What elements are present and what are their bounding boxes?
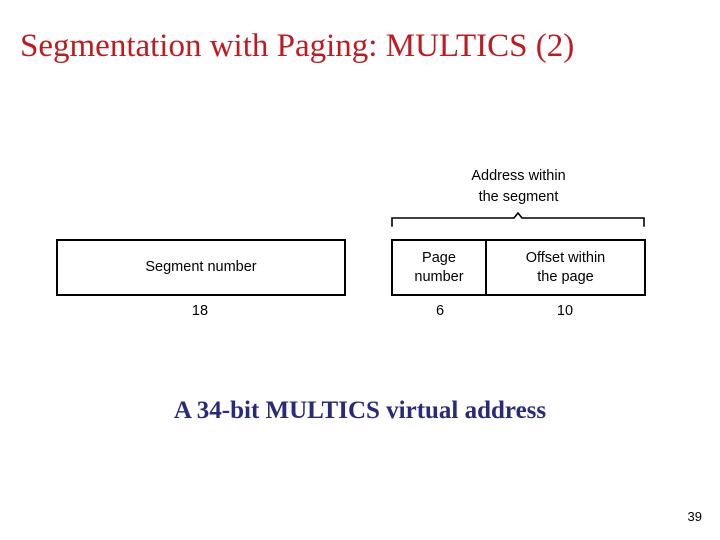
segment-number-field: Segment number <box>56 239 346 296</box>
brace-icon <box>391 212 645 227</box>
page-number-field: Page number <box>393 241 487 294</box>
offset-field-line-1: Offset within <box>525 249 606 266</box>
brace-label-line-1: Address within <box>471 168 566 184</box>
brace-label: Address within the segment <box>391 166 646 208</box>
slide-page-number: 39 <box>687 509 702 524</box>
segment-number-bit-count: 18 <box>191 303 209 319</box>
offset-within-page-field: Offset within the page <box>487 241 644 294</box>
address-within-segment-field-group: Page number Offset within the page <box>391 239 646 296</box>
brace-label-line-2: the segment <box>478 189 559 205</box>
offset-bit-count: 10 <box>556 303 574 319</box>
multics-address-diagram: Address within the segment Segment numbe… <box>0 0 720 540</box>
diagram-caption: A 34-bit MULTICS virtual address <box>173 397 547 424</box>
offset-field-line-2: the page <box>537 268 594 285</box>
page-number-bit-count: 6 <box>435 303 445 319</box>
page-number-field-line-2: number <box>414 268 464 285</box>
page-number-field-line-1: Page <box>422 249 456 266</box>
slide: Segmentation with Paging: MULTICS (2) Ad… <box>0 0 720 540</box>
